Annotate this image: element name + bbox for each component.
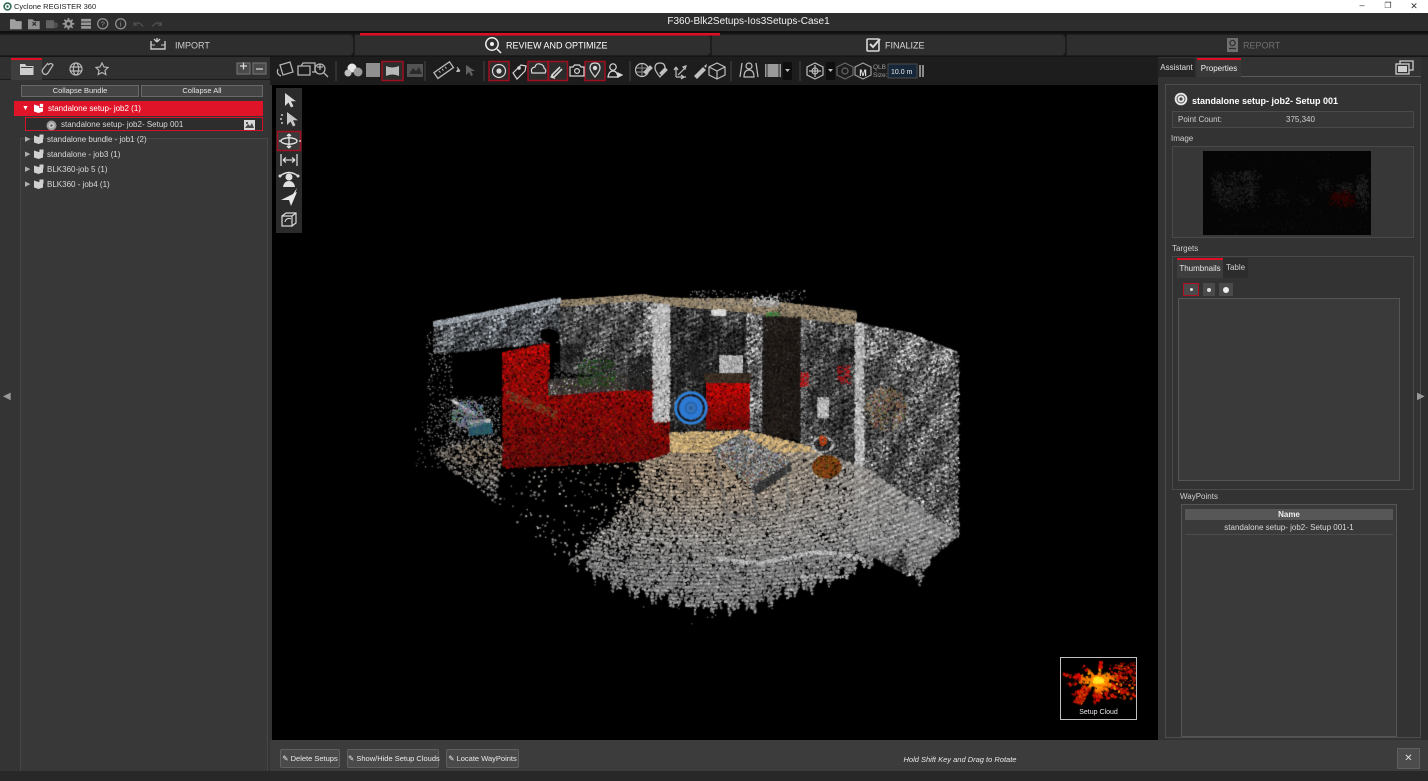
svg-text:IMPORT: IMPORT	[175, 41, 210, 51]
svg-text:Size:: Size:	[873, 72, 888, 79]
svg-text:FINALIZE: FINALIZE	[885, 41, 925, 51]
svg-text:REPORT: REPORT	[1243, 41, 1281, 51]
svg-text:10.0 m: 10.0 m	[891, 69, 913, 76]
svg-text:i: i	[120, 20, 122, 29]
svg-text:?: ?	[101, 20, 105, 29]
svg-text:REVIEW AND OPTIMIZE: REVIEW AND OPTIMIZE	[506, 41, 608, 51]
svg-text:QLB: QLB	[873, 64, 886, 71]
svg-text:M: M	[859, 68, 867, 78]
